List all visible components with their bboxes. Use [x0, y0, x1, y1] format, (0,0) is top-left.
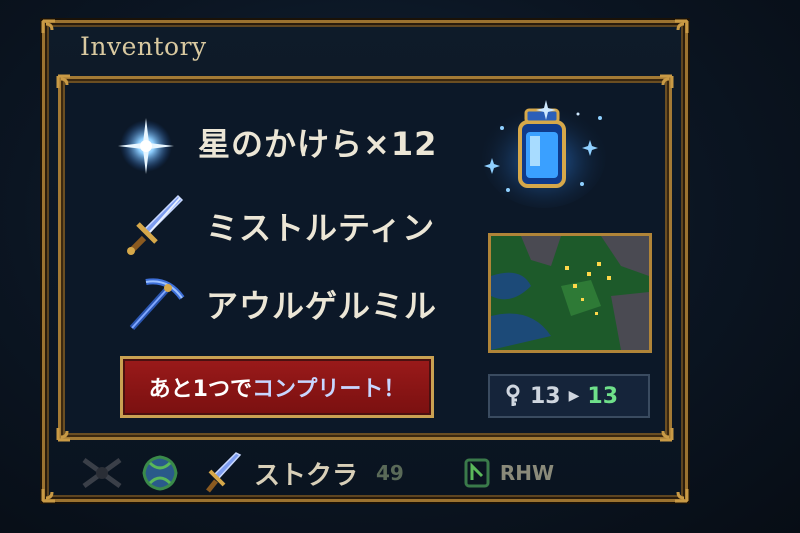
item-name: ミストルティン: [206, 209, 436, 247]
complete-button-prefix: あと1つで: [148, 377, 252, 402]
list-item[interactable]: ミストルティン: [124, 194, 435, 258]
bottom-bar: ストクラ 49 RHW: [80, 450, 670, 496]
bottom-item-count: 49: [376, 461, 404, 485]
bottom-action-label[interactable]: RHW: [500, 461, 554, 485]
minimap[interactable]: [488, 233, 652, 353]
bottom-item-name: ストクラ: [254, 460, 359, 491]
counter-to: 13: [587, 383, 619, 409]
star-shard-icon: [118, 118, 174, 174]
panel-title: Inventory: [80, 32, 207, 61]
key-counter: 13 ▶ 13: [488, 374, 650, 418]
leaf-crest-icon[interactable]: [138, 453, 182, 493]
corner-ornament: [56, 74, 78, 96]
item-name: 星のかけら×12: [198, 125, 438, 163]
crossed-swords-icon[interactable]: [80, 456, 124, 490]
complete-button[interactable]: あと1つで コンプリート！: [120, 356, 434, 418]
flag-icon[interactable]: [464, 458, 490, 488]
minimap-terrain: [491, 236, 649, 350]
corner-ornament: [56, 420, 78, 442]
corner-ornament: [667, 19, 689, 41]
corner-ornament: [667, 481, 689, 503]
corner-ornament: [41, 19, 63, 41]
arrow-right-icon: ▶: [568, 388, 580, 404]
corner-ornament: [41, 481, 63, 503]
corner-ornament: [652, 420, 674, 442]
complete-button-highlight: コンプリート！: [251, 377, 406, 402]
key-icon: [506, 384, 520, 406]
sword-icon[interactable]: [204, 451, 244, 495]
glowing-jar-icon: [482, 100, 606, 208]
counter-from: 13: [530, 383, 561, 409]
list-item[interactable]: 星のかけら×12: [110, 110, 437, 174]
sword-icon: [127, 194, 184, 255]
list-item[interactable]: アウルゲルミル: [124, 272, 437, 336]
corner-ornament: [652, 74, 674, 96]
pickaxe-icon: [129, 278, 185, 331]
item-name: アウルゲルミル: [206, 287, 438, 325]
